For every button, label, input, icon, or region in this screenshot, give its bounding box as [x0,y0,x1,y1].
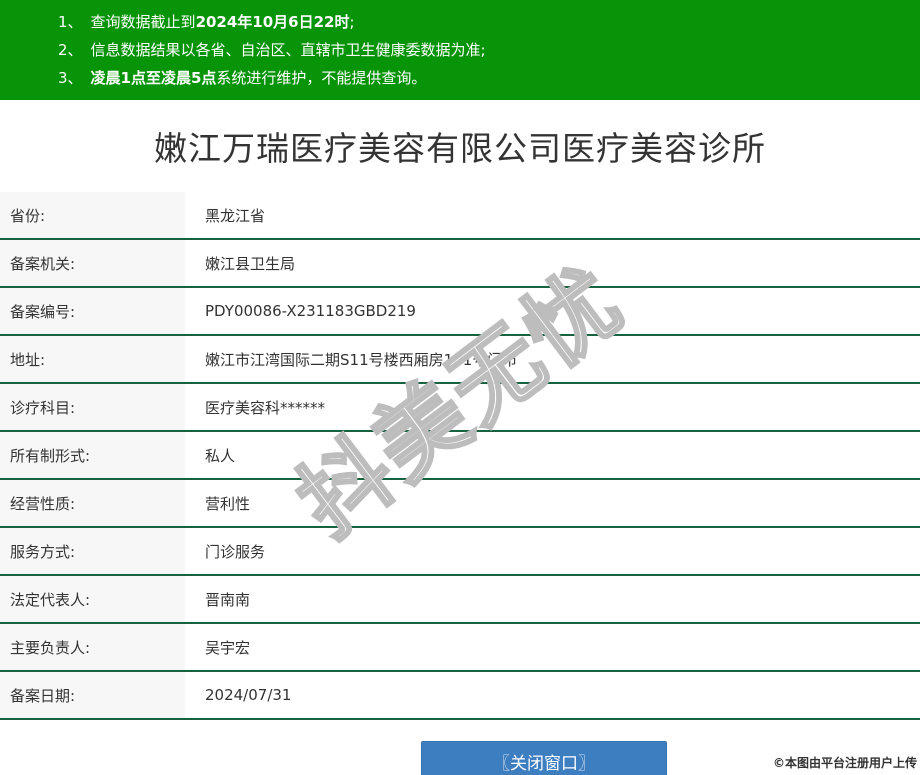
notice-text: 信息数据结果以各省、自治区、直辖市卫生健康委数据为准; [90,41,486,59]
field-value: 医疗美容科****** [185,384,920,430]
notice-number: 1、 [58,13,83,31]
notice-text: 查询数据截止到 [90,13,196,31]
table-row-departments: 诊疗科目: 医疗美容科****** [0,384,920,432]
record-detail-page: 1、 查询数据截止到2024年10月6日22时; 2、 信息数据结果以各省、自治区、… [0,0,920,775]
field-label: 诊疗科目: [0,384,185,430]
table-row-filing-number: 备案编号: PDY00086-X231183GBD219 [0,288,920,336]
field-label: 省份: [0,192,185,238]
table-row-business-nature: 经营性质: 营利性 [0,480,920,528]
page-title: 嫩江万瑞医疗美容有限公司医疗美容诊所 [154,129,766,168]
notice-number: 3、 [58,69,83,87]
field-label: 备案机关: [0,240,185,286]
notice-line-3: 3、 凌晨1点至凌晨5点系统进行维护，不能提供查询。 [58,64,910,92]
notice-text: 系统进行维护，不能提供查询。 [216,69,427,87]
notice-text-bold: 凌晨1点至凌晨5点 [90,69,217,87]
notice-number: 2、 [58,41,83,59]
field-value: 晋南南 [185,576,920,622]
table-row-filing-date: 备案日期: 2024/07/31 [0,672,920,720]
field-label: 所有制形式: [0,432,185,478]
table-row-service-mode: 服务方式: 门诊服务 [0,528,920,576]
close-window-button[interactable]: 〖关闭窗口〗 [421,741,667,775]
field-value: 门诊服务 [185,528,920,574]
title-area: 嫩江万瑞医疗美容有限公司医疗美容诊所 [0,100,920,192]
field-label: 服务方式: [0,528,185,574]
notice-line-2: 2、 信息数据结果以各省、自治区、直辖市卫生健康委数据为准; [58,36,910,64]
field-label: 备案日期: [0,672,185,718]
notice-line-1: 1、 查询数据截止到2024年10月6日22时; [58,8,910,36]
table-row-province: 省份: 黑龙江省 [0,192,920,240]
field-label: 备案编号: [0,288,185,334]
field-value: 嫩江市江湾国际二期S11号楼西厢房101号门市 [185,336,920,382]
field-value: 吴宇宏 [185,624,920,670]
record-table: 省份: 黑龙江省 备案机关: 嫩江县卫生局 备案编号: PDY00086-X23… [0,192,920,720]
field-value: 嫩江县卫生局 [185,240,920,286]
table-row-legal-representative: 法定代表人: 晋南南 [0,576,920,624]
field-label: 经营性质: [0,480,185,526]
copyright-note: ©本图由平台注册用户上传 [772,756,917,770]
field-value: 2024/07/31 [185,672,920,718]
field-label: 地址: [0,336,185,382]
table-row-principal: 主要负责人: 吴宇宏 [0,624,920,672]
field-label: 主要负责人: [0,624,185,670]
table-row-address: 地址: 嫩江市江湾国际二期S11号楼西厢房101号门市 [0,336,920,384]
table-row-ownership: 所有制形式: 私人 [0,432,920,480]
notice-bar: 1、 查询数据截止到2024年10月6日22时; 2、 信息数据结果以各省、自治区、… [0,0,920,100]
field-value: 私人 [185,432,920,478]
table-row-filing-authority: 备案机关: 嫩江县卫生局 [0,240,920,288]
field-label: 法定代表人: [0,576,185,622]
notice-text-bold: 2024年10月6日22时 [195,13,350,31]
notice-text: ; [349,13,355,31]
field-value: 营利性 [185,480,920,526]
field-value: PDY00086-X231183GBD219 [185,288,920,334]
field-value: 黑龙江省 [185,192,920,238]
